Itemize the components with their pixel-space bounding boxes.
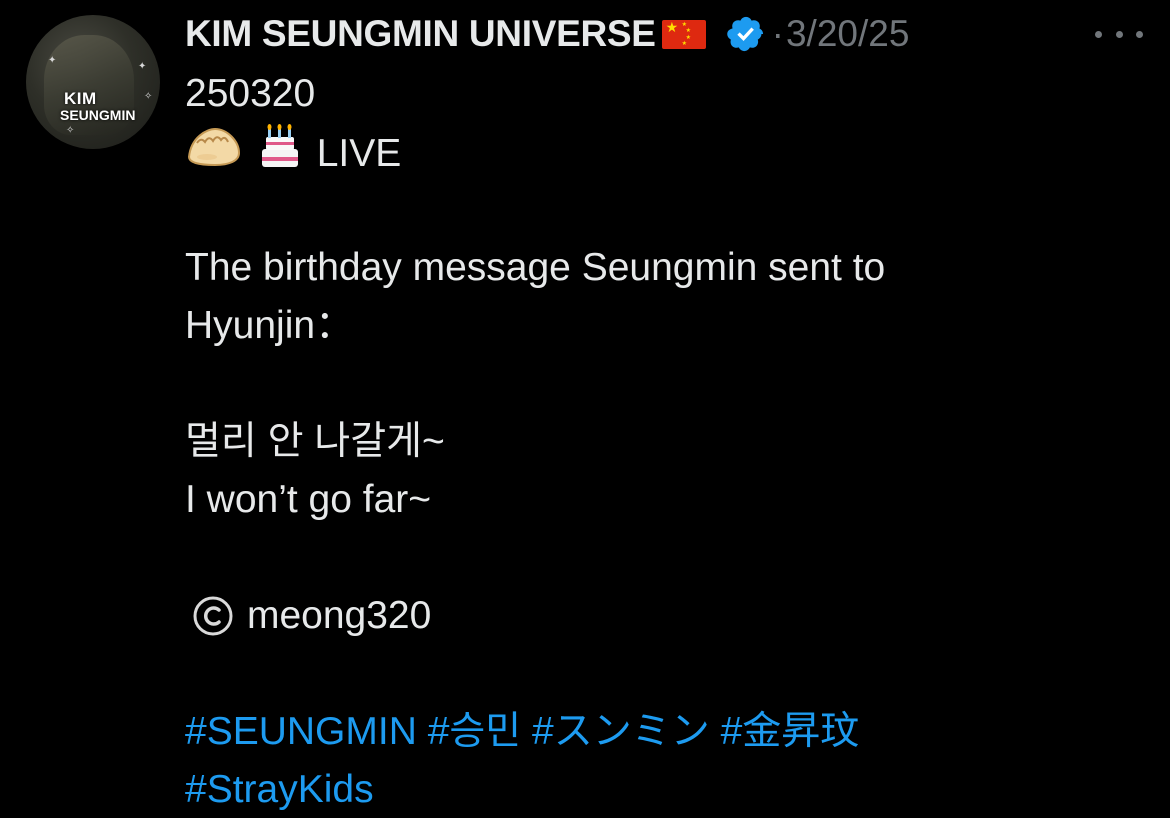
timestamp[interactable]: 3/20/25	[786, 13, 909, 55]
avatar-label-top: KIM	[64, 89, 97, 108]
separator-dot: ·	[771, 13, 784, 54]
hashtag-link[interactable]: #SEUNGMIN	[185, 710, 417, 753]
tweet-line: LIVE	[185, 123, 1145, 181]
hashtags-line: #SEUNGMIN #승민 #スンミン #金昇玟	[185, 703, 1145, 761]
verified-badge-icon[interactable]	[726, 14, 766, 54]
dot	[1095, 30, 1102, 38]
avatar-label-bottom: SEUNGMIN	[60, 107, 136, 123]
sparkle-icon: ✦	[48, 55, 57, 66]
credit-handle: meong320	[247, 594, 432, 637]
avatar[interactable]: ✦ ✦ ✧ ✧ KIM SEUNGMIN	[26, 15, 160, 149]
hashtag-link[interactable]: #StrayKids	[185, 768, 374, 811]
hashtag-link[interactable]: #スンミン	[532, 710, 710, 753]
copyright-icon	[191, 594, 235, 638]
tweet-line-korean: 멀리 안 나갈게~	[185, 420, 445, 463]
hashtag-link[interactable]: #金昇玟	[721, 710, 860, 753]
tweet-line: I won’t go far~	[185, 478, 432, 521]
more-horizontal-icon[interactable]	[1095, 24, 1143, 44]
display-name[interactable]: KIM SEUNGMIN UNIVERSE	[185, 13, 656, 55]
tweet-line: Hyunjin：	[185, 304, 355, 347]
tweet-line: 250320	[185, 72, 316, 115]
sparkle-icon: ✦	[138, 61, 147, 72]
china-flag-icon: ★ ★ ★ ★ ★	[661, 19, 706, 49]
tweet-line: The birthday message Seungmin sent to	[185, 246, 886, 289]
tweet-header: KIM SEUNGMIN UNIVERSE ★ ★ ★ ★ ★ · 3/20/2…	[185, 6, 909, 62]
dot	[1115, 30, 1123, 38]
hashtags-line: #StrayKids	[185, 761, 1145, 818]
sparkle-icon: ✧	[66, 125, 75, 136]
dot	[1136, 30, 1143, 38]
birthday-cake-emoji	[254, 123, 306, 188]
hashtag-link[interactable]: #승민	[428, 710, 521, 753]
live-label: LIVE	[316, 131, 402, 175]
tweet-text: 250320 LIVE The birthday message Seungmi…	[185, 65, 1145, 818]
dumpling-emoji	[185, 123, 243, 188]
photo-credit: meong320	[185, 587, 1145, 645]
